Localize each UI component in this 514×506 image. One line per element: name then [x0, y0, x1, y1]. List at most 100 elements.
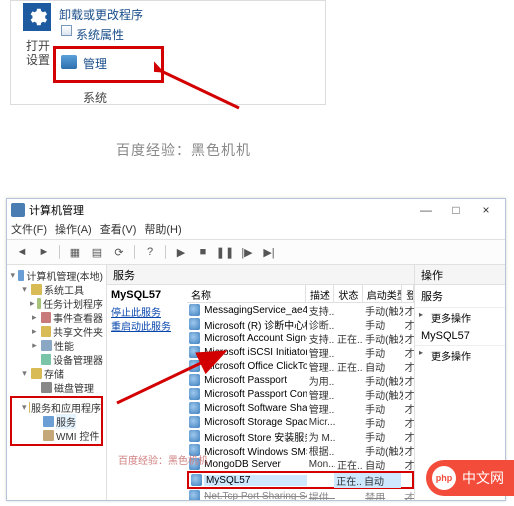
show-hide-icon[interactable]: ▦: [66, 243, 84, 261]
separator: [59, 245, 60, 259]
system-category-label: 系统: [83, 89, 107, 106]
toolbar: ◄ ► ▦ ▤ ⟳ ? ▶ ■ ❚❚ |▶ ▶|: [7, 239, 505, 265]
service-icon: [189, 490, 200, 501]
menu-file[interactable]: 文件(F): [11, 221, 47, 239]
col-name[interactable]: 名称: [187, 285, 306, 302]
tree-eventviewer[interactable]: ▸事件查看器: [10, 310, 103, 324]
menu-bar: 文件(F) 操作(A) 查看(V) 帮助(H): [7, 221, 505, 239]
service-row[interactable]: Microsoft Storage Spaces S...Micr...手动才: [187, 415, 414, 429]
pause-icon[interactable]: ❚❚: [216, 243, 234, 261]
col-startup[interactable]: 启动类型: [363, 285, 402, 302]
service-icon: [189, 360, 200, 372]
badge-text: 中文网: [462, 468, 504, 488]
service-row[interactable]: Microsoft Account Sign-in ...支持...正在...手…: [187, 331, 414, 345]
service-row[interactable]: MySQL57正在...自动: [189, 473, 412, 487]
actions-section-services: 服务: [415, 285, 505, 308]
system-properties-link[interactable]: 系统属性: [76, 26, 124, 43]
php-cn-badge[interactable]: php 中文网: [426, 460, 514, 496]
col-desc[interactable]: 描述: [306, 285, 334, 302]
tree-wmi[interactable]: WMI 控件: [12, 428, 101, 442]
service-icon: [189, 346, 200, 358]
close-button[interactable]: ×: [471, 201, 501, 219]
service-icon: [189, 430, 200, 442]
service-icon: [189, 402, 200, 414]
app-icon: [11, 203, 25, 217]
watermark-text: 百度经验：黑色机机: [116, 140, 251, 160]
service-row[interactable]: Microsoft (R) 诊断中心标准...诊断...手动才: [187, 317, 414, 331]
more-actions-link-2[interactable]: 更多操作: [415, 346, 505, 365]
disk-icon: [41, 382, 52, 393]
tree-shared[interactable]: ▸共享文件夹: [10, 324, 103, 338]
service-row[interactable]: Microsoft Office ClickToRu...管理...正在...自…: [187, 359, 414, 373]
tree-services[interactable]: 服务: [12, 414, 101, 428]
restart-service-link[interactable]: 重启动此服务: [111, 322, 171, 333]
tree-svcapps[interactable]: ▾服务和应用程序: [12, 400, 101, 414]
restart-icon[interactable]: |▶: [238, 243, 256, 261]
actions-header: 操作: [415, 265, 505, 285]
service-row[interactable]: Microsoft iSCSI Initiator Ser...管理...手动才: [187, 345, 414, 359]
service-icon: [189, 388, 200, 400]
tree-storage[interactable]: ▾存储: [10, 366, 103, 380]
tree-scheduler[interactable]: ▸任务计划程序: [10, 296, 103, 310]
wmi-icon: [43, 430, 54, 441]
service-row[interactable]: Microsoft Software Shado...管理...手动才: [187, 401, 414, 415]
actions-section-selected: MySQL57: [415, 327, 505, 346]
tree-perf[interactable]: ▸性能: [10, 338, 103, 352]
highlight-box-mysql-row: MySQL57正在...自动: [187, 471, 414, 489]
scheduler-icon: [37, 298, 41, 309]
refresh-icon[interactable]: ⟳: [110, 243, 128, 261]
open-settings-label: 打开 设置: [26, 39, 50, 67]
column-headers[interactable]: 名称 描述 状态 启动类型 登: [187, 285, 414, 303]
stop-service-link[interactable]: 停止此服务: [111, 308, 161, 319]
storage-icon: [31, 368, 42, 379]
tree-root[interactable]: ▾计算机管理(本地): [10, 268, 103, 282]
play-icon[interactable]: ▶: [172, 243, 190, 261]
watermark-text-2: 百度经验：黑色机机: [118, 452, 208, 467]
service-row[interactable]: MongoDB ServerMon...正在...自动才: [187, 457, 414, 471]
services-list[interactable]: 名称 描述 状态 启动类型 登 MessagingService_ae463支持…: [187, 285, 414, 501]
skip-icon[interactable]: ▶|: [260, 243, 278, 261]
tree-devmgr[interactable]: 设备管理器: [10, 352, 103, 366]
service-icon: [189, 304, 200, 316]
service-details: MySQL57 停止此服务 重启动此服务: [107, 285, 187, 501]
checkbox-icon: [61, 25, 72, 36]
service-row[interactable]: Net.Tcp Port Sharing Service提供...禁用才: [187, 489, 414, 501]
php-logo-icon: php: [432, 466, 456, 490]
service-row[interactable]: Microsoft Passport Container管理...手动(触发..…: [187, 387, 414, 401]
minimize-button[interactable]: —: [411, 201, 441, 219]
stop-icon[interactable]: ■: [194, 243, 212, 261]
event-icon: [41, 312, 51, 323]
col-logon[interactable]: 登: [402, 285, 414, 302]
col-status[interactable]: 状态: [334, 285, 362, 302]
gears-icon: [43, 416, 54, 427]
menu-help[interactable]: 帮助(H): [144, 221, 181, 239]
service-icon: [191, 474, 202, 486]
forward-icon[interactable]: ►: [35, 243, 53, 261]
monitor-icon: [61, 55, 77, 69]
titlebar[interactable]: 计算机管理 — □ ×: [7, 199, 505, 221]
control-panel-section: 卸载或更改程序 系统属性 打开 设置 管理 系统: [10, 0, 326, 105]
more-actions-link[interactable]: 更多操作: [415, 308, 505, 327]
service-row[interactable]: Microsoft Store 安装服务为 M...手动才: [187, 429, 414, 443]
menu-view[interactable]: 查看(V): [100, 221, 137, 239]
highlight-box-services: ▾服务和应用程序 服务 WMI 控件: [10, 396, 103, 446]
service-row[interactable]: MessagingService_ae463支持...手动(触发...才: [187, 303, 414, 317]
tree-systools[interactable]: ▾系统工具: [10, 282, 103, 296]
export-icon[interactable]: ▤: [88, 243, 106, 261]
separator: [165, 245, 166, 259]
back-icon[interactable]: ◄: [13, 243, 31, 261]
uninstall-programs-link[interactable]: 卸载或更改程序: [59, 6, 143, 23]
separator: [134, 245, 135, 259]
help-icon[interactable]: ?: [141, 243, 159, 261]
navigation-tree[interactable]: ▾计算机管理(本地) ▾系统工具 ▸任务计划程序 ▸事件查看器 ▸共享文件夹 ▸…: [7, 265, 107, 501]
folder-icon: [41, 326, 51, 337]
manage-link[interactable]: 管理: [83, 55, 107, 72]
service-row[interactable]: Microsoft Windows SMS 路...根据...手动(触发...才: [187, 443, 414, 457]
tree-diskmgmt[interactable]: 磁盘管理: [10, 380, 103, 394]
maximize-button[interactable]: □: [441, 201, 471, 219]
tools-icon: [31, 284, 42, 295]
computer-icon: [18, 270, 25, 281]
service-icon: [189, 416, 200, 428]
menu-action[interactable]: 操作(A): [55, 221, 92, 239]
service-row[interactable]: Microsoft Passport为用...手动(触发...才: [187, 373, 414, 387]
